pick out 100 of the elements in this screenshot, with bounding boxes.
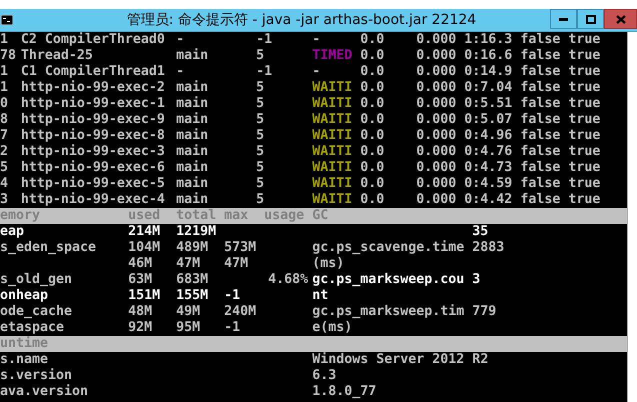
gc-name: nt [312, 288, 330, 304]
memory-max: 573M [224, 240, 258, 256]
thread-name: C1 CompilerThread1 [20, 64, 166, 80]
thread-priority: 5 [256, 144, 266, 160]
thread-daemon: true [568, 160, 602, 176]
thread-time-percent: 0.000 [416, 64, 458, 80]
thread-interrupted: false [520, 128, 562, 144]
thread-time: 0:14.9 [464, 64, 514, 80]
thread-time: 1:16.3 [464, 32, 514, 48]
thread-time-percent: 0.000 [416, 32, 458, 48]
thread-group: - [176, 64, 256, 80]
thread-priority: 5 [256, 128, 266, 144]
gc-name: gc.ps_marksweep.cou [312, 272, 466, 288]
thread-name: Thread-25 [20, 48, 94, 64]
runtime-name: s.name [0, 352, 50, 368]
close-button[interactable] [604, 9, 637, 29]
column-header: max [224, 208, 250, 224]
thread-id: 5 [0, 160, 10, 176]
memory-used: 63M [128, 272, 154, 288]
runtime-name: ava.version [0, 384, 90, 400]
thread-id: 1 [0, 80, 10, 96]
thread-group: main [176, 96, 256, 112]
thread-cpu: 0.0 [360, 64, 386, 80]
thread-daemon: true [568, 64, 602, 80]
thread-daemon: true [568, 80, 602, 96]
gc-value: 2883 [472, 240, 506, 256]
thread-cpu: 0.0 [360, 80, 386, 96]
thread-state: WAITI [312, 96, 354, 112]
thread-state: - [312, 64, 322, 80]
gc-name: gc.ps_scavenge.time [312, 240, 466, 256]
thread-daemon: true [568, 192, 602, 208]
thread-priority: 5 [256, 48, 266, 64]
thread-group: main [176, 160, 256, 176]
gc-name: (ms) [312, 256, 346, 272]
memory-max: 240M [224, 304, 258, 320]
gc-value: 779 [472, 304, 498, 320]
minimize-button[interactable] [550, 9, 577, 29]
thread-id: 2 [0, 144, 10, 160]
memory-name: s_eden_space [0, 240, 98, 256]
thread-interrupted: false [520, 80, 562, 96]
thread-cpu: 0.0 [360, 48, 386, 64]
gc-name: gc.ps_marksweep.tim [312, 304, 466, 320]
thread-priority: -1 [256, 32, 274, 48]
thread-id: 8 [0, 112, 10, 128]
thread-priority: 5 [256, 192, 266, 208]
thread-name: http-nio-99-exec-4 [20, 192, 166, 208]
gc-name: e(ms) [312, 320, 354, 336]
thread-state: WAITI [312, 160, 354, 176]
memory-total: 155M [176, 288, 210, 304]
thread-id: 3 [0, 192, 10, 208]
thread-state: WAITI [312, 192, 354, 208]
runtime-value: 6.3 [312, 368, 338, 384]
thread-id: 0 [0, 96, 10, 112]
thread-name: http-nio-99-exec-9 [20, 112, 166, 128]
thread-name: http-nio-99-exec-6 [20, 160, 166, 176]
thread-time: 0:4.96 [464, 128, 514, 144]
runtime-name: s.version [0, 368, 74, 384]
thread-name: C2 CompilerThread0 [20, 32, 166, 48]
thread-group: main [176, 128, 256, 144]
thread-state: WAITI [312, 144, 354, 160]
thread-id: 4 [0, 176, 10, 192]
memory-total: 1219M [176, 224, 218, 240]
thread-id: 7 [0, 128, 10, 144]
column-header: emory [0, 208, 42, 224]
memory-used: 214M [128, 224, 162, 240]
thread-state: WAITI [312, 80, 354, 96]
thread-cpu: 0.0 [360, 128, 386, 144]
thread-state: WAITI [312, 128, 354, 144]
thread-group: main [176, 112, 256, 128]
thread-time-percent: 0.000 [416, 48, 458, 64]
memory-total: 683M [176, 272, 210, 288]
thread-state: WAITI [312, 112, 354, 128]
thread-time: 0:16.6 [464, 48, 514, 64]
thread-name: http-nio-99-exec-3 [20, 144, 166, 160]
thread-interrupted: false [520, 112, 562, 128]
thread-cpu: 0.0 [360, 144, 386, 160]
thread-state: TIMED [312, 48, 354, 64]
thread-name: http-nio-99-exec-8 [20, 128, 166, 144]
thread-priority: 5 [256, 112, 266, 128]
column-header: usage [264, 208, 306, 224]
thread-group: main [176, 176, 256, 192]
memory-total: 95M [176, 320, 202, 336]
gc-value: 35 [472, 224, 490, 240]
thread-time: 0:4.59 [464, 176, 514, 192]
thread-id: 78 [0, 48, 18, 64]
memory-used: 92M [128, 320, 154, 336]
thread-time-percent: 0.000 [416, 112, 458, 128]
thread-time-percent: 0.000 [416, 128, 458, 144]
thread-interrupted: false [520, 144, 562, 160]
thread-group: main [176, 192, 256, 208]
runtime-value: Windows Server 2012 R2 [312, 352, 490, 368]
thread-priority: 5 [256, 96, 266, 112]
thread-interrupted: false [520, 48, 562, 64]
thread-cpu: 0.0 [360, 192, 386, 208]
thread-cpu: 0.0 [360, 96, 386, 112]
maximize-icon [586, 14, 596, 24]
maximize-button[interactable] [577, 9, 604, 29]
thread-interrupted: false [520, 96, 562, 112]
memory-used: 48M [128, 304, 154, 320]
close-icon [616, 14, 626, 24]
